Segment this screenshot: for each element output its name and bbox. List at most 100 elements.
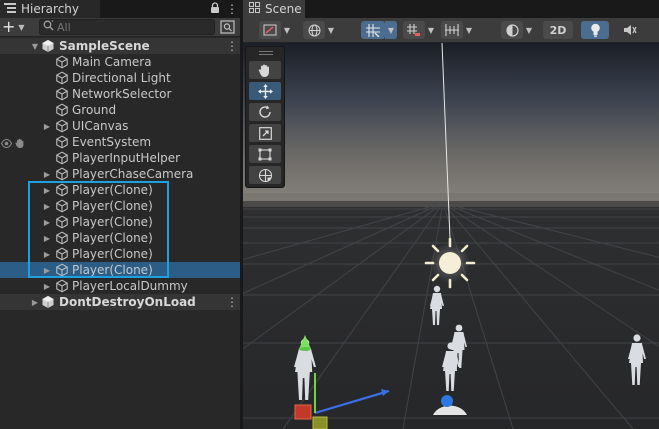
expand-arrow-right-icon[interactable]: ▶ (42, 230, 52, 246)
expand-arrow-right-icon[interactable]: ▶ (42, 118, 52, 134)
lock-icon[interactable] (210, 2, 220, 16)
scene-menu-kebab-icon[interactable]: ⋮ (226, 38, 238, 54)
pickable-hand-icon[interactable] (15, 137, 25, 151)
draw-mode-icon (263, 24, 277, 36)
visibility-eye-icon[interactable] (0, 137, 13, 151)
hand-tool[interactable] (249, 61, 281, 79)
hierarchy-item-label: Player(Clone) (72, 183, 153, 197)
expand-arrow-right-icon[interactable]: ▶ (42, 214, 52, 230)
hierarchy-item-label: SampleScene (59, 39, 150, 53)
hierarchy-item-label: Player(Clone) (72, 247, 153, 261)
lighting-toggle[interactable] (581, 21, 609, 39)
unity-scene-icon (41, 39, 55, 53)
hierarchy-item-label: UICanvas (72, 119, 129, 133)
hierarchy-item-row[interactable]: ▶ Player(Clone) (0, 246, 240, 262)
hierarchy-item-row[interactable]: ▶ Player(Clone) (0, 182, 240, 198)
scene-tab-label: Scene (265, 2, 302, 16)
scene-tool-palette (245, 46, 285, 188)
hierarchy-tab-bar: Hierarchy ⋮ (0, 0, 240, 18)
hierarchy-item-row[interactable]: ▶ Player(Clone) (0, 262, 240, 278)
rect-tool[interactable] (249, 145, 281, 163)
audio-toggle[interactable] (617, 21, 643, 39)
hierarchy-item-row[interactable]: ▶ Player(Clone) (0, 214, 240, 230)
transform-combined-icon (258, 168, 272, 182)
hierarchy-item-row[interactable]: PlayerInputHelper (0, 150, 240, 166)
grid-snap-icon (366, 23, 380, 37)
hierarchy-item-label: Player(Clone) (72, 231, 153, 245)
expand-arrow-right-icon[interactable]: ▶ (42, 198, 52, 214)
hierarchy-list-icon (4, 2, 16, 16)
align-snap-dropdown[interactable]: ▼ (463, 21, 475, 39)
speaker-muted-icon (624, 25, 637, 35)
expand-arrow-right-icon[interactable]: ▶ (42, 246, 52, 262)
hierarchy-item-label: Player(Clone) (72, 263, 153, 277)
scene-tab[interactable]: Scene (243, 0, 305, 18)
scene-viewport[interactable] (243, 42, 659, 429)
shading-mode-button[interactable] (501, 21, 523, 39)
align-icon (445, 24, 459, 36)
gameobject-cube-icon (55, 87, 69, 101)
draw-mode-button[interactable] (259, 21, 281, 39)
scene-search-icon[interactable] (219, 19, 236, 35)
hierarchy-item-label: Player(Clone) (72, 199, 153, 213)
global-local-button[interactable] (303, 21, 325, 39)
scene-menu-kebab-icon[interactable]: ⋮ (226, 294, 238, 310)
create-add-button[interactable]: + ▼ (2, 19, 36, 35)
hierarchy-tab-label: Hierarchy (21, 2, 80, 16)
hierarchy-item-row[interactable]: EventSystem (0, 134, 240, 150)
hierarchy-item-row[interactable]: NetworkSelector (0, 86, 240, 102)
search-input[interactable] (54, 20, 207, 34)
gameobject-cube-icon (55, 183, 69, 197)
hierarchy-item-label: Directional Light (72, 71, 171, 85)
gameobject-cube-icon (55, 151, 69, 165)
hierarchy-item-row[interactable]: ▶ UICanvas (0, 118, 240, 134)
draw-mode-dropdown[interactable]: ▼ (281, 21, 293, 39)
hierarchy-item-row[interactable]: Main Camera (0, 54, 240, 70)
rotate-tool[interactable] (249, 103, 281, 121)
expand-arrow-right-icon[interactable]: ▶ (30, 294, 40, 310)
align-snap-button[interactable] (441, 21, 463, 39)
panel-menu-kebab-icon[interactable]: ⋮ (226, 3, 238, 15)
expand-arrow-right-icon[interactable]: ▶ (42, 182, 52, 198)
transform-tool[interactable] (249, 166, 281, 184)
hierarchy-item-row[interactable]: Directional Light (0, 70, 240, 86)
hierarchy-search[interactable] (39, 19, 215, 35)
increment-snap-dropdown[interactable]: ▼ (425, 21, 437, 39)
expand-arrow-right-icon[interactable]: ▶ (42, 166, 52, 182)
gameobject-cube-icon (55, 231, 69, 245)
gameobject-cube-icon (55, 199, 69, 213)
hierarchy-item-label: Player(Clone) (72, 215, 153, 229)
move-arrows-icon (257, 83, 273, 99)
hierarchy-item-row[interactable]: ▶ PlayerLocalDummy (0, 278, 240, 294)
sphere-shading-icon (505, 23, 519, 37)
gameobject-cube-icon (55, 71, 69, 85)
hierarchy-item-row[interactable]: Ground (0, 102, 240, 118)
directional-light-gizmo[interactable] (424, 237, 476, 289)
hierarchy-item-row[interactable]: ▶ PlayerChaseCamera (0, 166, 240, 182)
global-local-dropdown[interactable]: ▼ (325, 21, 337, 39)
grid-snap-toggle[interactable] (361, 21, 385, 39)
hierarchy-scene-row[interactable]: ▼ SampleScene ⋮ (0, 38, 240, 54)
expand-arrow-right-icon[interactable]: ▶ (42, 262, 52, 278)
hierarchy-tab[interactable]: Hierarchy (0, 0, 100, 18)
gameobject-cube-icon (55, 103, 69, 117)
hierarchy-toolbar: + ▼ (0, 18, 240, 37)
gameobject-cube-icon (55, 135, 69, 149)
increment-snap-button[interactable] (403, 21, 425, 39)
palette-grip[interactable] (259, 51, 273, 52)
hierarchy-item-row[interactable]: ▶ Player(Clone) (0, 198, 240, 214)
grid-dropdown[interactable]: ▼ (385, 21, 397, 39)
expand-arrow-right-icon[interactable]: ▶ (42, 278, 52, 294)
rotate-icon (259, 105, 271, 118)
expand-arrow-down-icon[interactable]: ▼ (30, 38, 40, 54)
hierarchy-scene-row[interactable]: ▶ DontDestroyOnLoad ⋮ (0, 294, 240, 310)
scale-tool[interactable] (249, 124, 281, 142)
hierarchy-item-row[interactable]: ▶ Player(Clone) (0, 230, 240, 246)
scene-tab-bar: Scene (243, 0, 659, 18)
scene-panel: Scene ▼ ▼ ▼ ▼ ▼ ▼ 2D (243, 0, 659, 429)
move-tool[interactable] (249, 82, 281, 100)
shading-mode-dropdown[interactable]: ▼ (523, 21, 535, 39)
gameobject-cube-icon (55, 263, 69, 277)
hierarchy-panel: Hierarchy ⋮ + ▼ ▼ SampleScene ⋮ Main Camera… (0, 0, 240, 429)
mode-2d-button[interactable]: 2D (543, 21, 573, 39)
